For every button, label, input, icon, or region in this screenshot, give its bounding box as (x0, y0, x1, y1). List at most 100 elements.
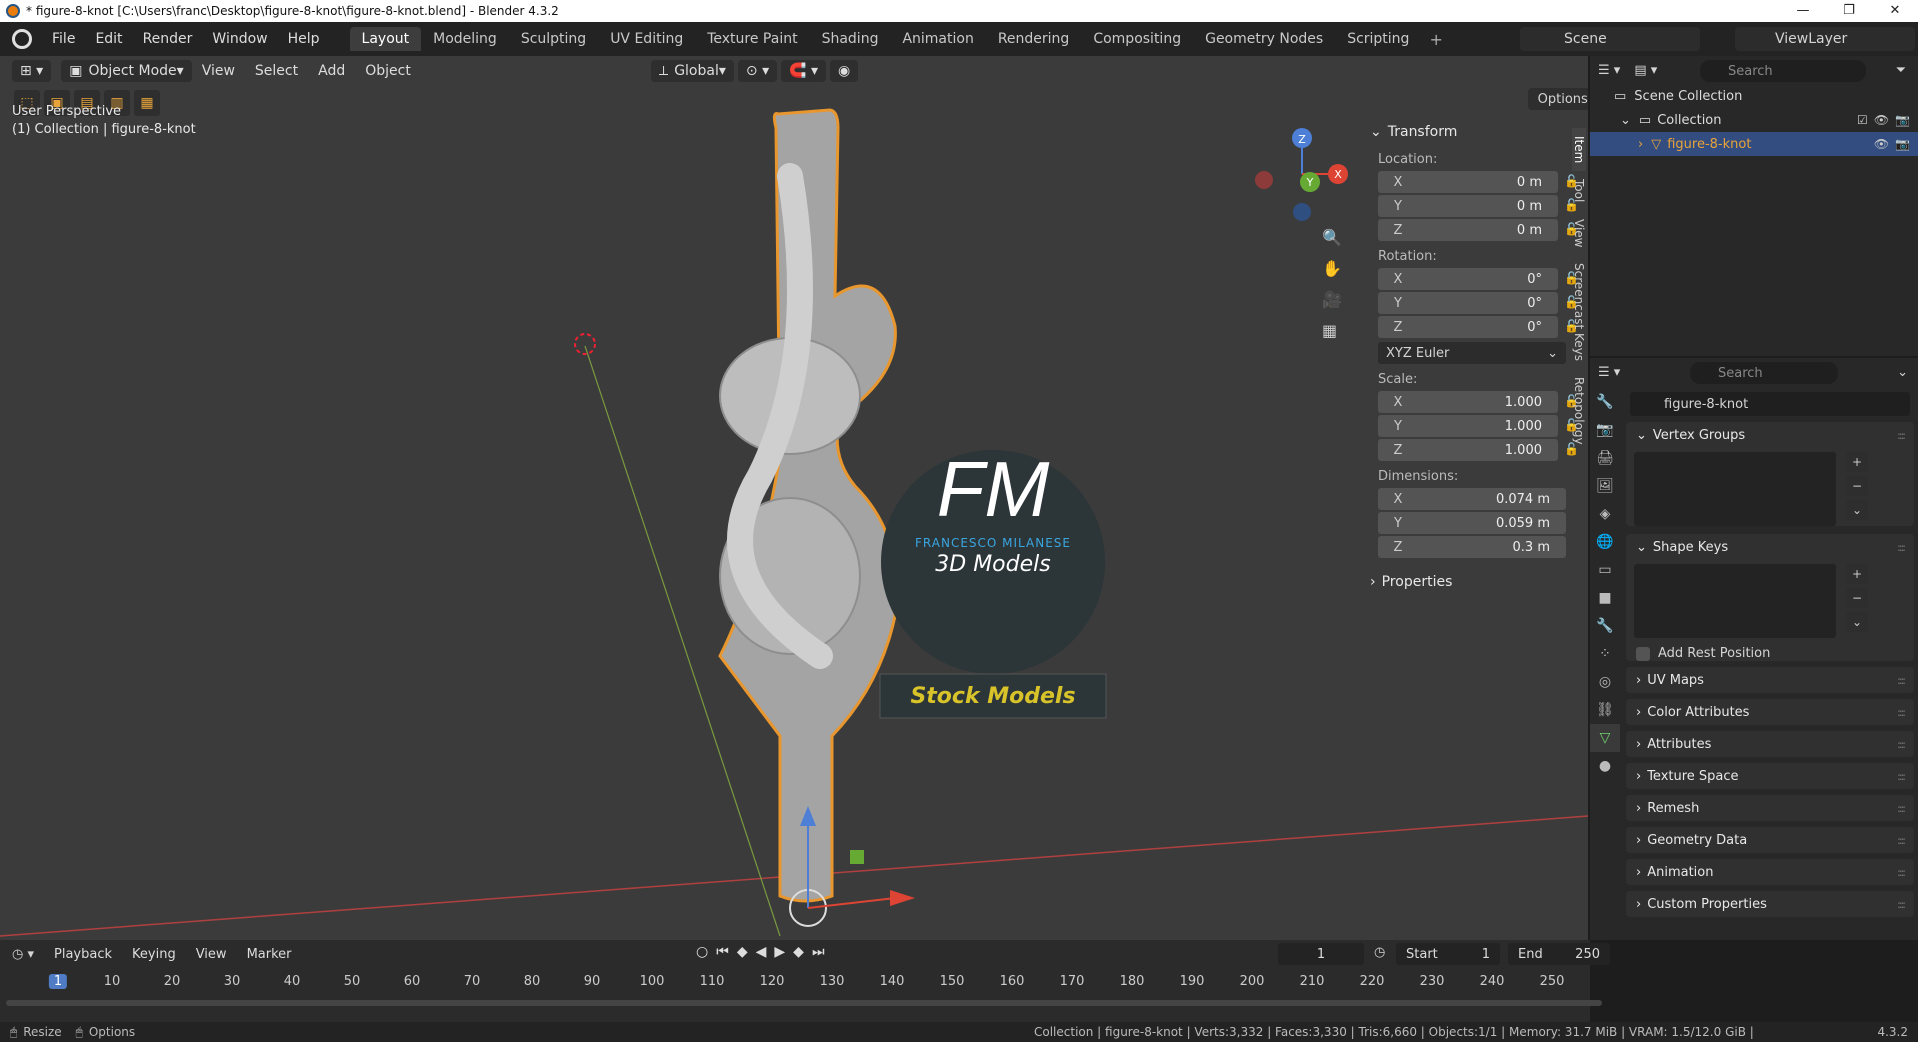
timeline-menu-view[interactable]: View (186, 947, 237, 962)
sidebar-tab-screencast-keys[interactable]: Screencast Keys (1572, 255, 1586, 369)
tab-sculpting[interactable]: Sculpting (509, 27, 598, 51)
attributes-panel[interactable]: › Attributes:::: (1626, 731, 1914, 757)
tab-uv-editing[interactable]: UV Editing (598, 27, 695, 51)
mode-selector[interactable]: ▣ Object Mode ▾ (61, 60, 192, 82)
rotation-x-field[interactable]: X 0° 🔓 (1378, 268, 1579, 290)
properties-search-input[interactable]: Search (1690, 362, 1838, 384)
camera-view-icon[interactable]: 🎥 (1322, 290, 1342, 309)
minimize-button[interactable]: — (1780, 0, 1826, 22)
shape-key-specials-button[interactable]: ⌄ (1846, 612, 1868, 632)
tab-scripting[interactable]: Scripting (1335, 27, 1421, 51)
eye-icon[interactable]: 👁 (1874, 137, 1889, 151)
mesh-data-tab-icon[interactable]: ▽ (1590, 724, 1620, 752)
modifier-tab-icon[interactable]: 🔧 (1590, 612, 1620, 640)
remove-vertex-group-button[interactable]: − (1846, 476, 1868, 496)
viewport-menu-view[interactable]: View (192, 63, 245, 79)
remesh-panel[interactable]: › Remesh:::: (1626, 795, 1914, 821)
chevron-down-icon[interactable]: ⌄ (1897, 365, 1908, 380)
custom-properties-header[interactable]: › Custom Properties:::: (1626, 891, 1914, 917)
collection-tab-icon[interactable]: ▭ (1590, 556, 1620, 584)
world-tab-icon[interactable]: 🌐 (1590, 528, 1620, 556)
zoom-icon[interactable]: 🔍 (1322, 228, 1342, 247)
scale-x-field[interactable]: X 1.000 🔓 (1378, 391, 1579, 413)
custom-properties-panel[interactable]: › Custom Properties:::: (1626, 891, 1914, 917)
outliner-collection[interactable]: ⌄ ▭ Collection ☑ 👁 📷 (1590, 108, 1918, 132)
animation-header[interactable]: › Animation:::: (1626, 859, 1914, 885)
tool-tab-icon[interactable]: 🔧 (1590, 388, 1620, 416)
shape-keys-list[interactable] (1634, 564, 1836, 638)
timeline-scrollbar[interactable] (6, 1000, 1602, 1006)
render-tab-icon[interactable]: 📷 (1590, 416, 1620, 444)
sidebar-tab-item[interactable]: Item (1572, 128, 1586, 172)
tab-rendering[interactable]: Rendering (986, 27, 1082, 51)
ortho-grid-icon[interactable]: ▦ (1322, 321, 1342, 340)
menu-help[interactable]: Help (278, 31, 330, 47)
remove-shape-key-button[interactable]: − (1846, 588, 1868, 608)
tab-geometry-nodes[interactable]: Geometry Nodes (1193, 27, 1335, 51)
dimensions-x-field[interactable]: X 0.074 m (1378, 488, 1566, 510)
sidebar-tab-view[interactable]: View (1572, 211, 1586, 255)
dimensions-z-field[interactable]: Z 0.3 m (1378, 536, 1566, 558)
dimensions-y-field[interactable]: Y 0.059 m (1378, 512, 1566, 534)
object-tab-icon[interactable]: ■ (1590, 584, 1620, 612)
properties-header[interactable]: › Properties (1370, 570, 1572, 594)
location-z-field[interactable]: Z0 m 🔓 (1378, 219, 1579, 241)
vertex-groups-header[interactable]: ⌄ Vertex Groups:::: (1626, 422, 1914, 448)
tab-compositing[interactable]: Compositing (1081, 27, 1193, 51)
vertex-groups-list[interactable] (1634, 452, 1836, 526)
next-keyframe-icon[interactable]: ◆ (793, 944, 804, 960)
uv-maps-panel[interactable]: › UV Maps:::: (1626, 667, 1914, 693)
camera-icon[interactable]: 📷 (1895, 137, 1910, 151)
rotation-mode-selector[interactable]: XYZ Euler ⌄ (1378, 342, 1566, 364)
color-attributes-header[interactable]: › Color Attributes:::: (1626, 699, 1914, 725)
menu-window[interactable]: Window (202, 31, 277, 47)
viewport-menu-add[interactable]: Add (308, 63, 355, 79)
rotation-z-field[interactable]: Z 0° 🔓 (1378, 316, 1579, 338)
checkbox-icon[interactable] (1636, 646, 1650, 661)
add-vertex-group-button[interactable]: + (1846, 452, 1868, 472)
add-shape-key-button[interactable]: + (1846, 564, 1868, 584)
frame-ruler[interactable]: 1 10 20 30 40 50 60 70 80 90 100 110 120 130 140 150 160… (0, 970, 1590, 996)
outliner-scene-collection[interactable]: ▭ Scene Collection (1590, 84, 1918, 108)
auto-keying-icon[interactable]: ○ (696, 944, 708, 960)
clock-icon[interactable]: ◷ (1374, 945, 1385, 960)
end-frame-field[interactable]: End 250 (1508, 943, 1610, 965)
current-frame-field[interactable]: 1 (1278, 943, 1364, 965)
chevron-right-icon[interactable]: › (1638, 137, 1643, 152)
play-icon[interactable]: ▶ (774, 944, 785, 960)
vertex-group-specials-button[interactable]: ⌄ (1846, 500, 1868, 520)
viewport-menu-select[interactable]: Select (245, 63, 308, 79)
timeline-editor-icon[interactable]: ◷ ▾ (12, 947, 34, 962)
play-reverse-icon[interactable]: ◀ (756, 944, 767, 960)
location-x-field[interactable]: X0 m 🔓 (1378, 171, 1579, 193)
transform-header[interactable]: ⌄ Transform (1370, 120, 1572, 144)
exclude-checkbox-icon[interactable]: ☑ (1857, 113, 1868, 127)
jump-end-icon[interactable]: ⏭ (812, 944, 825, 960)
geometry-data-panel[interactable]: › Geometry Data:::: (1626, 827, 1914, 853)
rotation-y-field[interactable]: Y 0° 🔓 (1378, 292, 1579, 314)
material-tab-icon[interactable]: ● (1590, 752, 1620, 780)
constraints-tab-icon[interactable]: ⛓ (1590, 696, 1620, 724)
view-layer-tab-icon[interactable]: 🖼 (1590, 472, 1620, 500)
properties-editor-icon[interactable]: ☰ ▾ (1598, 365, 1620, 380)
add-workspace-button[interactable]: + (1421, 30, 1450, 49)
timeline-menu-playback[interactable]: Playback (44, 947, 122, 962)
proportional-edit-button[interactable]: ◉ (830, 60, 859, 82)
start-frame-field[interactable]: Start 1 (1396, 943, 1500, 965)
restore-button[interactable]: ❐ (1826, 0, 1872, 22)
jump-start-icon[interactable]: ⏮ (716, 944, 729, 960)
timeline-menu-marker[interactable]: Marker (237, 947, 302, 962)
attributes-header[interactable]: › Attributes:::: (1626, 731, 1914, 757)
3d-viewport[interactable]: Z X Y ⊞ ▾ ▣ Object Mode ▾ View Select Ad… (0, 56, 1588, 940)
color-attributes-panel[interactable]: › Color Attributes:::: (1626, 699, 1914, 725)
physics-tab-icon[interactable]: ◎ (1590, 668, 1620, 696)
display-mode-icon[interactable]: ▤ ▾ (1634, 63, 1657, 78)
tab-animation[interactable]: Animation (890, 27, 985, 51)
menu-render[interactable]: Render (133, 31, 203, 47)
shape-keys-header[interactable]: ⌄ Shape Keys:::: (1626, 534, 1914, 560)
tab-shading[interactable]: Shading (810, 27, 891, 51)
scale-z-field[interactable]: Z 1.000 🔓 (1378, 439, 1579, 461)
texture-space-header[interactable]: › Texture Space:::: (1626, 763, 1914, 789)
pivot-button[interactable]: ⊙ ▾ (737, 60, 778, 82)
select-mode-invert-icon[interactable]: ▦ (134, 90, 160, 116)
